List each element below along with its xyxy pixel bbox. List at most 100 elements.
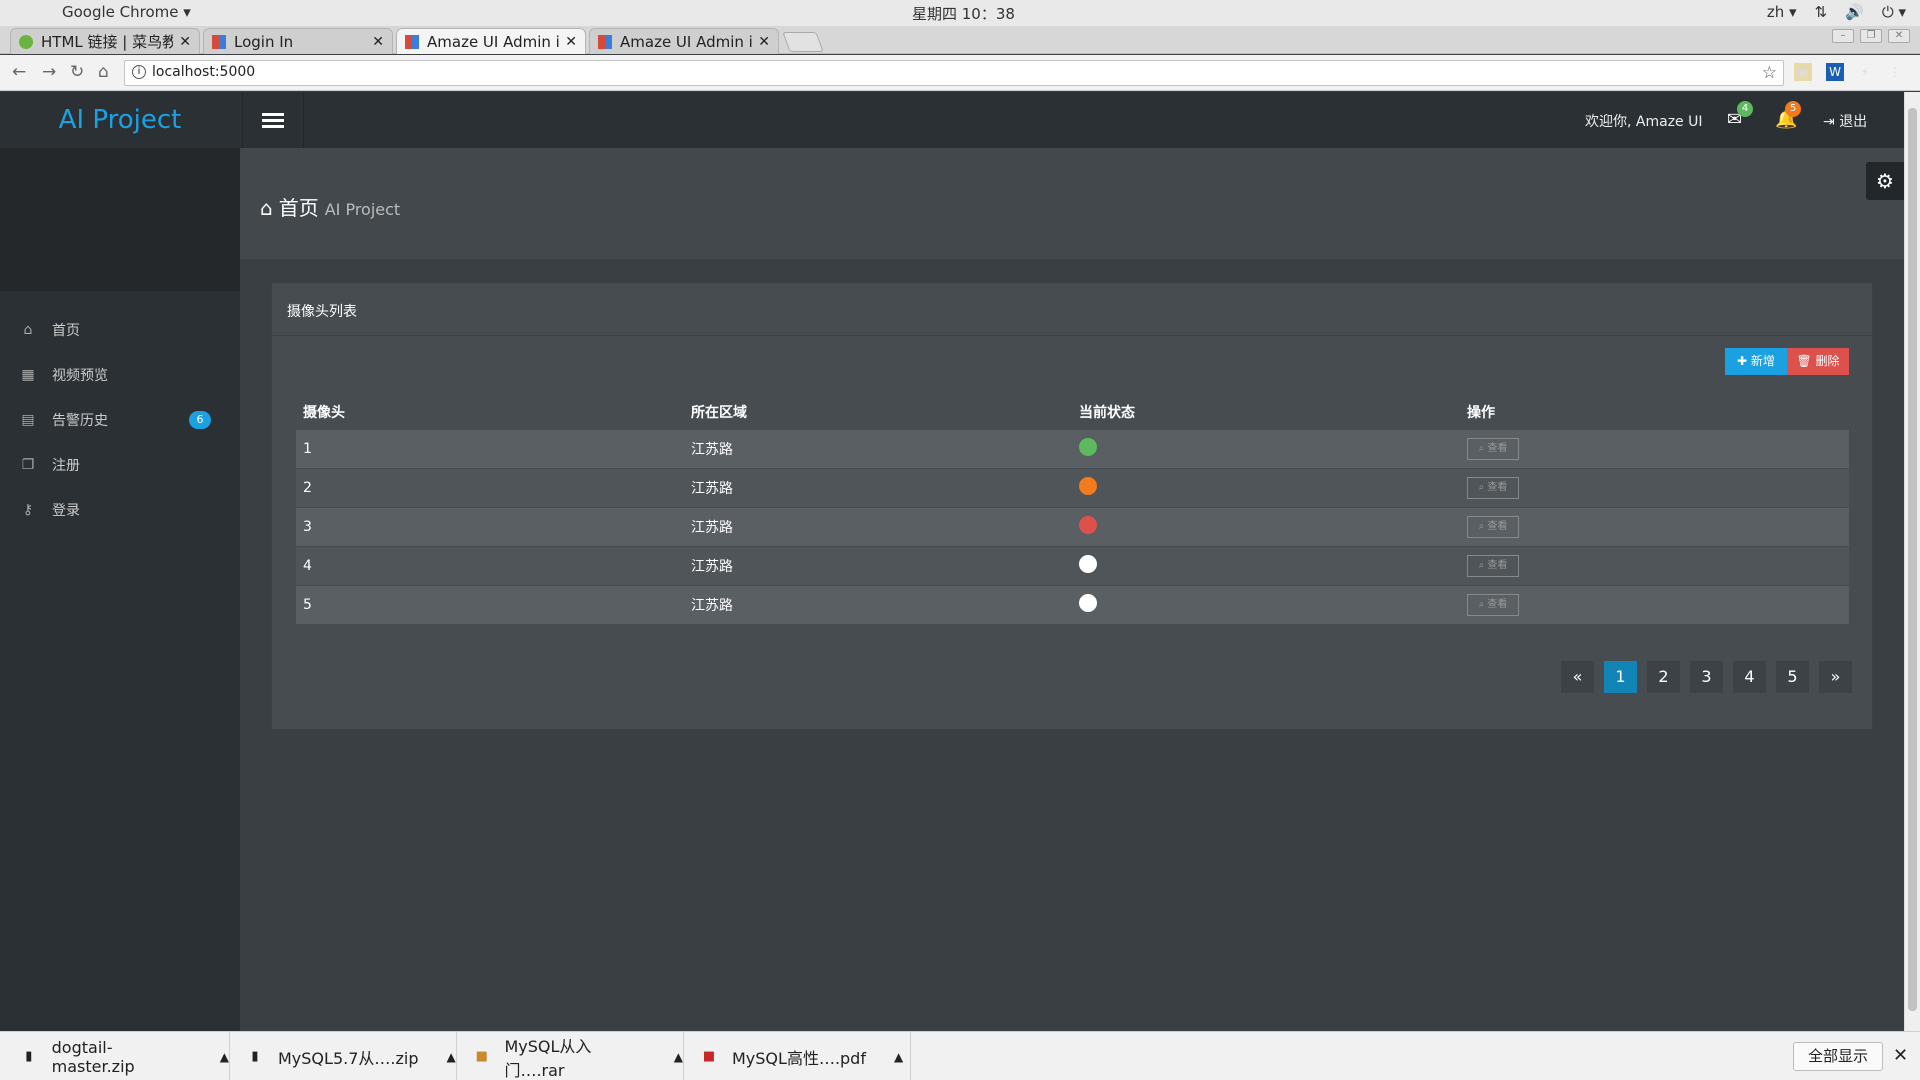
url-input[interactable]: i localhost:5000 ☆ [124, 60, 1784, 86]
back-arrow-icon[interactable]: ← [12, 62, 26, 82]
close-tab-icon[interactable]: ✕ [565, 34, 577, 50]
close-icon[interactable]: ✕ [1893, 1045, 1908, 1066]
minimize-icon[interactable]: – [1832, 29, 1854, 43]
home-icon[interactable]: ⌂ [98, 62, 109, 82]
forward-arrow-icon[interactable]: → [42, 62, 56, 82]
add-button[interactable]: ✚ 新增 [1725, 348, 1787, 375]
calendar-icon: ▤ [21, 411, 35, 428]
camera-area: 江苏路 [684, 506, 1072, 546]
scrollbar-thumb[interactable] [1908, 108, 1917, 1011]
view-button[interactable]: ⌕ 查看 [1467, 554, 1519, 577]
close-tab-icon[interactable]: ✕ [758, 34, 770, 50]
download-item[interactable]: ▮ MySQL5.7从….zip ▲ [230, 1032, 457, 1080]
home-icon: ⌂ [23, 321, 33, 338]
browser-tab[interactable]: HTML 链接 | 菜鸟教程 ✕ [10, 28, 200, 54]
camera-table: 摄像头 所在区域 当前状态 操作 1 江苏路 ⌕ 查看 2 江苏路 ⌕ 查看 3… [296, 395, 1849, 624]
download-filename: dogtail-master.zip [51, 1037, 135, 1076]
camera-list-panel: 摄像头列表 ✚ 新增 🗑 删除 摄像头 所在区域 当前状态 操作 1 江苏路 ⌕… [271, 282, 1873, 730]
page-button-2[interactable]: 2 [1647, 661, 1680, 693]
status-dot [1079, 554, 1097, 573]
close-tab-icon[interactable]: ✕ [179, 34, 191, 50]
tab-strip: HTML 链接 | 菜鸟教程 ✕ Login In ✕ Amaze UI Adm… [0, 26, 1920, 54]
language-indicator[interactable]: zh ▾ [1767, 3, 1797, 21]
welcome-text[interactable]: 欢迎你, Amaze UI [1585, 111, 1702, 131]
page-button-4[interactable]: 4 [1733, 661, 1766, 693]
sidebar-item-label: 视频预览 [52, 367, 108, 384]
mail-badge: 4 [1737, 101, 1753, 117]
home-icon: ⌂ [260, 196, 273, 220]
download-shelf: ▮ dogtail-master.zip ▲ ▮ MySQL5.7从….zip … [0, 1031, 1920, 1080]
bell-icon[interactable]: 🔔 5 [1775, 101, 1801, 130]
copy-icon: ❐ [21, 456, 35, 473]
logo[interactable]: AI Project [0, 92, 240, 148]
volume-icon[interactable]: 🔊 [1845, 3, 1864, 21]
app-menu[interactable]: Google Chrome ▾ [62, 3, 191, 21]
extension-w-icon[interactable]: W [1826, 63, 1844, 81]
sidebar-item-label: 注册 [52, 457, 80, 474]
view-button[interactable]: ⌕ 查看 [1467, 593, 1519, 616]
sidebar-item-alarm-history[interactable]: ▤ 告警历史 6 [0, 397, 240, 442]
camera-area: 江苏路 [684, 467, 1072, 507]
download-item[interactable]: ■ MySQL从入门….rar ▲ [457, 1032, 684, 1080]
browser-tab[interactable]: Amaze UI Admin index ✕ [589, 28, 779, 54]
page-button-1[interactable]: 1 [1604, 661, 1637, 693]
extension-tool-icon[interactable]: ⚡ [1856, 63, 1874, 81]
power-icon[interactable]: ⏻ ▾ [1882, 3, 1906, 21]
download-item[interactable]: ■ MySQL高性….pdf ▲ [684, 1032, 911, 1080]
sidebar-item-register[interactable]: ❐ 注册 [0, 442, 240, 487]
mail-icon[interactable]: ✉ 4 [1727, 101, 1753, 130]
network-icon[interactable]: ⇅ [1815, 3, 1828, 21]
sidebar-item-home[interactable]: ⌂ 首页 [0, 307, 240, 352]
browser-tab-active[interactable]: Amaze UI Admin index ✕ [396, 28, 586, 54]
logout-link[interactable]: ⇥ 退出 [1823, 111, 1867, 131]
table-icon: ▦ [21, 366, 35, 383]
show-all-downloads-button[interactable]: 全部显示 [1793, 1042, 1883, 1071]
status-dot [1079, 437, 1097, 456]
chevron-up-icon[interactable]: ▲ [446, 1050, 455, 1064]
table-row: 2 江苏路 ⌕ 查看 [296, 467, 1849, 507]
page-button-5[interactable]: 5 [1776, 661, 1809, 693]
sidebar-item-login[interactable]: ⚷ 登录 [0, 487, 240, 532]
tab-title: Amaze UI Admin index [427, 32, 560, 51]
zip-file-icon: ▮ [25, 1048, 33, 1064]
window-controls: – ❐ ✕ [1832, 29, 1910, 43]
chevron-up-icon[interactable]: ▲ [894, 1050, 903, 1064]
view-button[interactable]: ⌕ 查看 [1467, 515, 1519, 538]
camera-id: 2 [296, 467, 684, 507]
download-item[interactable]: ▮ dogtail-master.zip ▲ [0, 1032, 230, 1080]
sidebar-toggle-button[interactable] [242, 92, 304, 148]
restore-icon[interactable]: ❐ [1860, 29, 1882, 43]
bookmark-star-icon[interactable]: ☆ [1762, 63, 1777, 83]
view-button[interactable]: ⌕ 查看 [1467, 476, 1519, 499]
page-scrollbar[interactable] [1904, 92, 1920, 1031]
chevron-up-icon[interactable]: ▲ [674, 1050, 683, 1064]
os-top-bar: Google Chrome ▾ 星期四 10：38 zh ▾ ⇅ 🔊 ⏻ ▾ [0, 0, 1920, 26]
tab-favicon-icon [405, 34, 419, 49]
page-prev-button[interactable]: « [1561, 661, 1594, 693]
column-header: 所在区域 [691, 404, 747, 421]
page-subtitle: AI Project [324, 200, 401, 219]
page-next-button[interactable]: » [1819, 661, 1852, 693]
sidebar-item-video-preview[interactable]: ▦ 视频预览 [0, 352, 240, 397]
close-tab-icon[interactable]: ✕ [372, 34, 384, 50]
reload-icon[interactable]: ↻ [70, 62, 84, 82]
view-button[interactable]: ⌕ 查看 [1467, 437, 1519, 460]
extension-image-icon[interactable]: ▣ [1794, 63, 1812, 81]
panel-title: 摄像头列表 [272, 283, 1872, 336]
camera-id: 1 [296, 428, 684, 468]
download-filename: MySQL高性….pdf [732, 1048, 866, 1068]
browser-tab[interactable]: Login In ✕ [203, 28, 393, 54]
site-info-icon[interactable]: i [132, 65, 146, 79]
new-tab-button[interactable] [782, 32, 824, 52]
settings-gear-button[interactable]: ⚙ [1866, 162, 1904, 200]
close-window-icon[interactable]: ✕ [1888, 29, 1910, 43]
tab-favicon-icon [212, 34, 226, 49]
download-filename: MySQL从入门….rar [504, 1036, 592, 1080]
table-header-row: 摄像头 所在区域 当前状态 操作 [296, 395, 1849, 429]
address-bar: ← → ↻ ⌂ i localhost:5000 ☆ ▣ W ⚡ ⋮ [0, 55, 1920, 91]
delete-button[interactable]: 🗑 删除 [1787, 348, 1849, 375]
chrome-menu-icon[interactable]: ⋮ [1886, 63, 1904, 81]
page-button-3[interactable]: 3 [1690, 661, 1723, 693]
url-text: localhost:5000 [152, 64, 256, 80]
chevron-up-icon[interactable]: ▲ [220, 1050, 229, 1064]
